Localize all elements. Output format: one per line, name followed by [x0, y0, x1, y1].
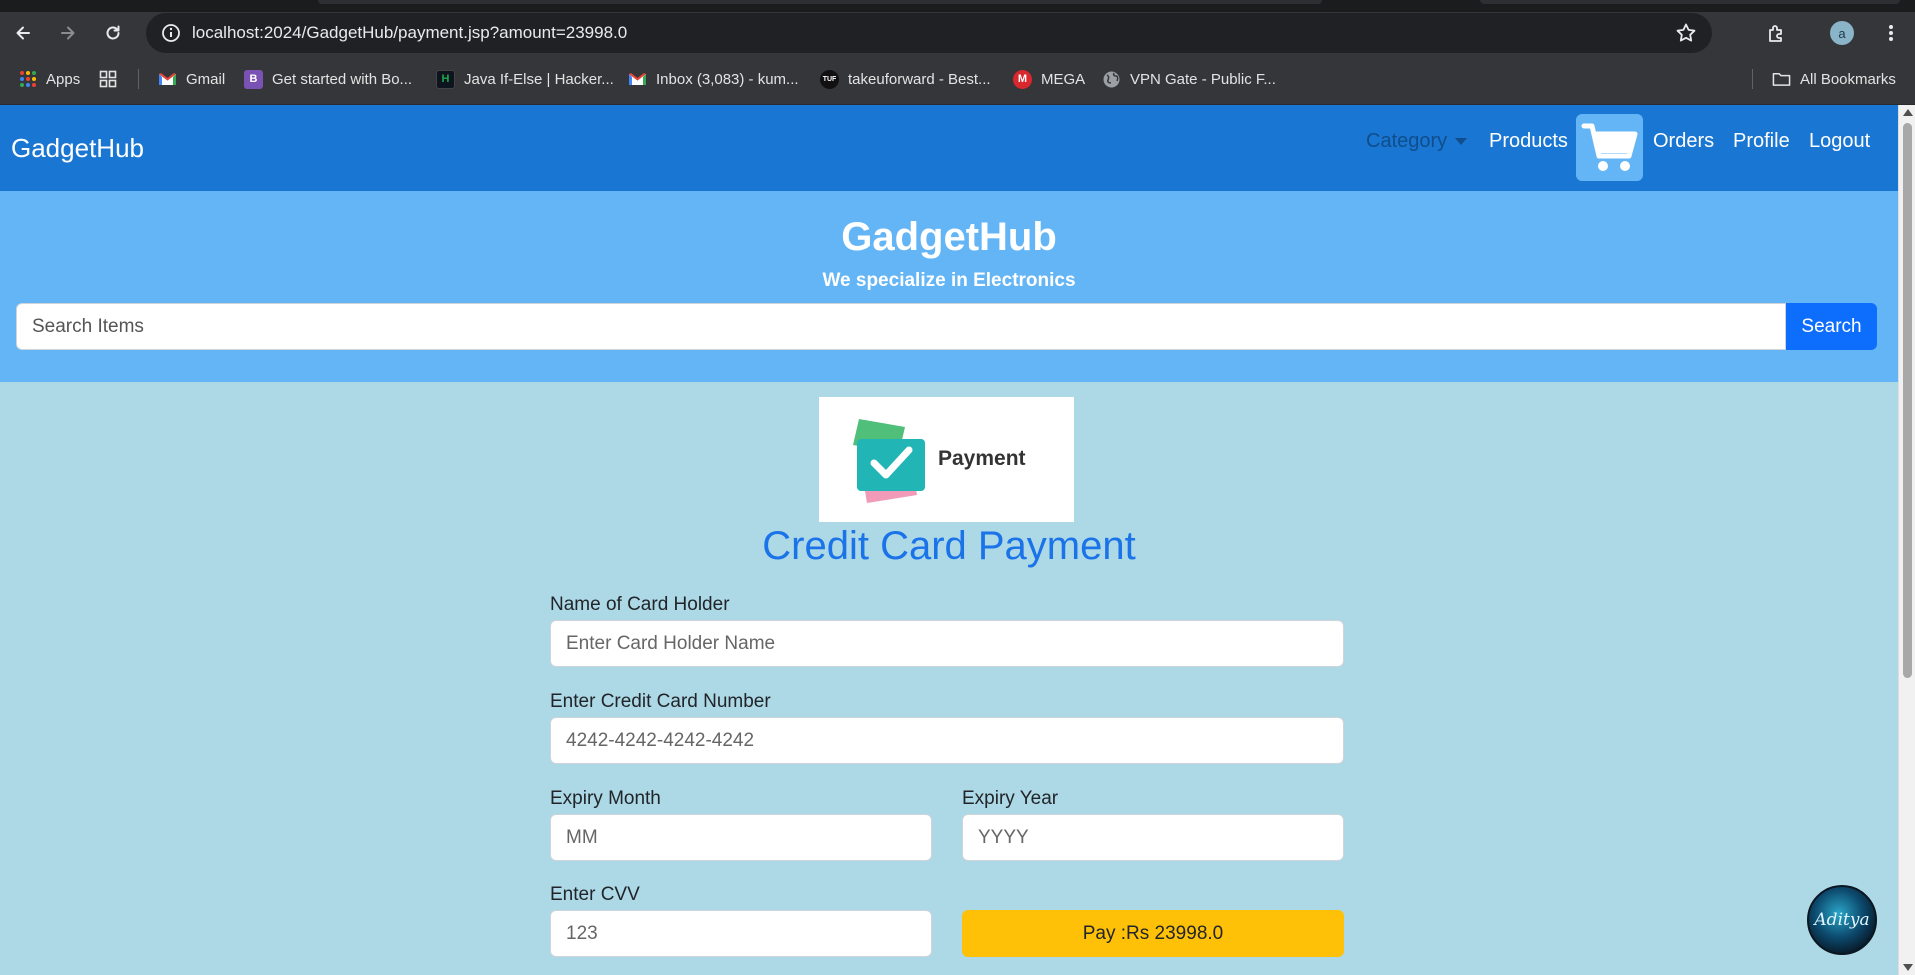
payment-logo: Payment: [819, 397, 1074, 522]
all-bookmarks-label: All Bookmarks: [1800, 70, 1896, 88]
browser-tab-strip: [0, 0, 1915, 12]
card-holder-input[interactable]: [550, 620, 1344, 667]
site-info-icon[interactable]: [160, 22, 182, 44]
bookmark-label: Inbox (3,083) - kum...: [656, 70, 799, 88]
expiry-year-label: Expiry Year: [962, 788, 1059, 809]
hero-title: GadgetHub: [841, 215, 1057, 259]
bookmark-vpngate[interactable]: VPN Gate - Public F...: [1102, 67, 1276, 91]
bookmark-apps[interactable]: Apps: [18, 67, 80, 91]
tuf-icon: TUF: [820, 69, 839, 89]
bookmark-hackerrank[interactable]: H Java If-Else | Hacker...: [436, 67, 614, 91]
kebab-menu-icon[interactable]: [1878, 20, 1904, 46]
nav-orders[interactable]: Orders: [1653, 130, 1714, 153]
bookmark-label: MEGA: [1041, 70, 1086, 88]
hackerrank-icon: H: [436, 69, 455, 89]
folder-icon: [1772, 70, 1791, 89]
card-number-input[interactable]: [550, 717, 1344, 764]
pay-button[interactable]: Pay :Rs 23998.0: [962, 910, 1344, 957]
search-input[interactable]: [16, 303, 1786, 350]
scroll-thumb[interactable]: [1903, 123, 1912, 678]
bookmark-separator: [1752, 69, 1753, 89]
bookmark-star-icon[interactable]: [1674, 21, 1698, 45]
profile-initial: a: [1830, 21, 1854, 45]
bookmark-bootstrap[interactable]: B Get started with Bo...: [244, 67, 412, 91]
page-title: Credit Card Payment: [762, 524, 1136, 568]
bookmarks-bar: Apps Gmail B Get started with Bo... H Ja…: [0, 54, 1915, 105]
reload-icon[interactable]: [100, 20, 126, 46]
scroll-down-arrow-icon[interactable]: [1903, 964, 1913, 971]
forward-icon[interactable]: [55, 20, 81, 46]
gmail-icon: [628, 70, 647, 89]
chat-avatar-bubble[interactable]: Aditya: [1807, 885, 1877, 955]
bookmark-gmail[interactable]: Gmail: [158, 67, 225, 91]
browser-tab[interactable]: [1480, 0, 1900, 4]
cvv-input[interactable]: [550, 910, 932, 957]
bookmark-label: Gmail: [186, 70, 226, 88]
caret-down-icon: [1455, 138, 1468, 145]
cvv-label: Enter CVV: [550, 884, 640, 905]
nav-logout[interactable]: Logout: [1809, 130, 1870, 153]
profile-avatar[interactable]: a: [1829, 20, 1855, 46]
expiry-year-input[interactable]: [962, 814, 1344, 861]
shopping-cart-icon: [1581, 123, 1637, 171]
page-scrollbar[interactable]: [1898, 105, 1915, 975]
extensions-icon[interactable]: [1764, 20, 1790, 46]
navbar-brand[interactable]: GadgetHub: [11, 133, 144, 164]
category-label: Category: [1366, 130, 1448, 152]
mega-icon: M: [1013, 69, 1032, 89]
cart-button[interactable]: [1576, 114, 1643, 181]
browser-toolbar: localhost:2024/GadgetHub/payment.jsp?amo…: [0, 12, 1915, 54]
apps-grid-icon: [18, 70, 37, 89]
payment-logo-text: Payment: [938, 447, 1026, 470]
expiry-month-label: Expiry Month: [550, 788, 661, 809]
card-holder-label: Name of Card Holder: [550, 594, 730, 615]
nav-products[interactable]: Products: [1489, 130, 1568, 153]
bookmark-inbox[interactable]: Inbox (3,083) - kum...: [628, 67, 799, 91]
address-bar[interactable]: localhost:2024/GadgetHub/payment.jsp?amo…: [146, 13, 1712, 53]
card-number-label: Enter Credit Card Number: [550, 691, 771, 712]
browser-tab[interactable]: [318, 0, 1322, 4]
bookmark-label: VPN Gate - Public F...: [1130, 70, 1276, 88]
bookmark-label: takeuforward - Best...: [848, 70, 991, 88]
chat-avatar-signature: Aditya: [1814, 910, 1870, 930]
bookmark-label: Apps: [46, 70, 81, 88]
scroll-up-arrow-icon[interactable]: [1903, 109, 1913, 116]
bookmark-label: Java If-Else | Hacker...: [464, 70, 614, 88]
globe-icon: [1102, 70, 1121, 89]
bookmark-mega[interactable]: M MEGA: [1013, 67, 1085, 91]
url-text: localhost:2024/GadgetHub/payment.jsp?amo…: [192, 23, 628, 42]
tab-groups-icon[interactable]: [99, 67, 117, 91]
site-navbar: GadgetHub Category Products Orders Profi…: [0, 105, 1898, 191]
bootstrap-icon: B: [244, 69, 263, 89]
all-bookmarks[interactable]: All Bookmarks: [1772, 67, 1896, 91]
bookmark-label: Get started with Bo...: [272, 70, 413, 88]
bookmark-takeuforward[interactable]: TUF takeuforward - Best...: [820, 67, 991, 91]
nav-profile[interactable]: Profile: [1733, 130, 1790, 153]
hero-banner: GadgetHub We specialize in Electronics S…: [0, 191, 1898, 382]
search-button[interactable]: Search: [1786, 303, 1877, 350]
expiry-month-input[interactable]: [550, 814, 932, 861]
gmail-icon: [158, 70, 177, 89]
category-dropdown[interactable]: Category: [1366, 130, 1468, 153]
bookmark-separator: [138, 69, 139, 89]
page-viewport: GadgetHub Category Products Orders Profi…: [0, 105, 1898, 975]
back-icon[interactable]: [10, 20, 36, 46]
hero-subtitle: We specialize in Electronics: [822, 270, 1076, 291]
